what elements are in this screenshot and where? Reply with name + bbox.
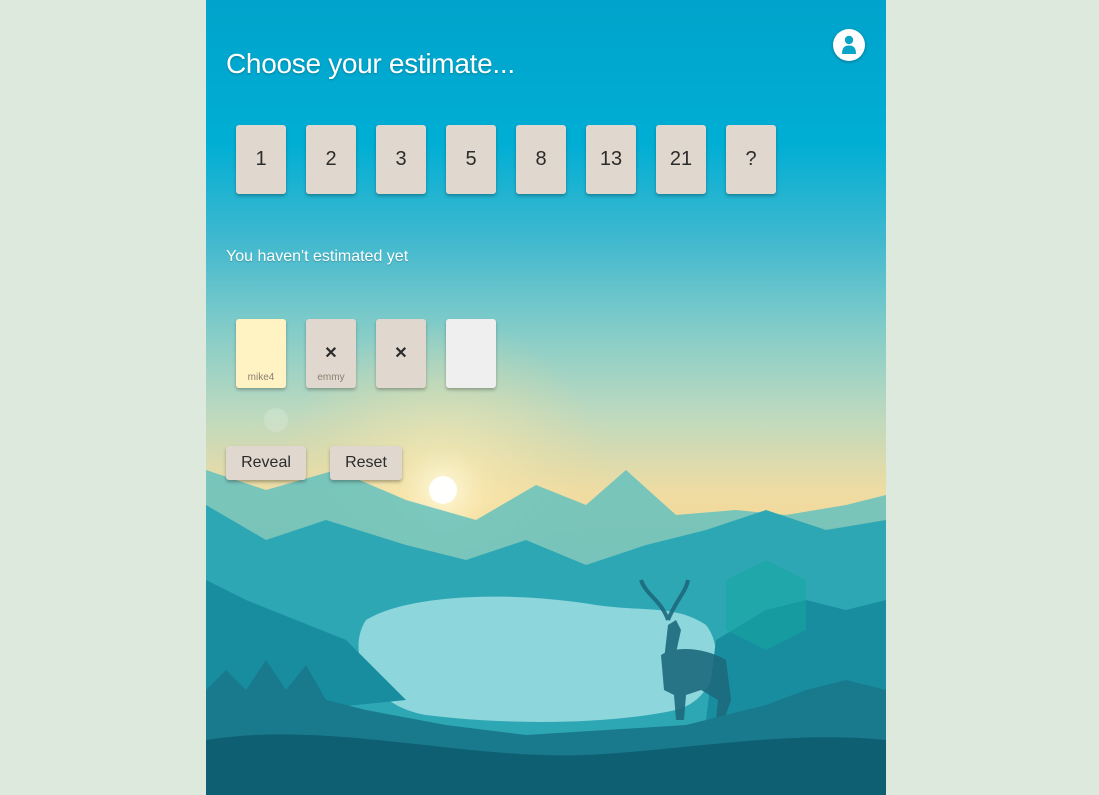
user-icon (842, 35, 856, 54)
estimate-card-8[interactable]: 8 (516, 125, 566, 194)
estimate-card-unknown[interactable]: ? (726, 125, 776, 194)
estimate-card-21[interactable]: 21 (656, 125, 706, 194)
player-card-list: mike4 ✕ emmy ✕ (236, 319, 496, 388)
estimate-status-text: You haven't estimated yet (226, 248, 409, 265)
player-card: mike4 (236, 319, 286, 388)
voted-x-icon: ✕ (324, 345, 338, 362)
player-card: ✕ emmy (306, 319, 356, 388)
user-profile-button[interactable] (833, 29, 865, 61)
estimate-card-3[interactable]: 3 (376, 125, 426, 194)
voted-x-icon: ✕ (394, 345, 408, 362)
reveal-button[interactable]: Reveal (226, 446, 306, 480)
player-card (446, 319, 496, 388)
estimate-card-list: 1 2 3 5 8 13 21 ? (236, 125, 776, 194)
estimate-card-2[interactable]: 2 (306, 125, 356, 194)
estimate-card-13[interactable]: 13 (586, 125, 636, 194)
player-name: mike4 (247, 372, 275, 383)
estimate-card-1[interactable]: 1 (236, 125, 286, 194)
estimation-panel: Choose your estimate... 1 2 3 5 8 13 21 … (206, 0, 886, 795)
reset-button[interactable]: Reset (330, 446, 402, 480)
page-title: Choose your estimate... (226, 48, 515, 79)
estimate-card-5[interactable]: 5 (446, 125, 496, 194)
player-name: emmy (317, 372, 345, 383)
player-card: ✕ (376, 319, 426, 388)
landscape-background (206, 320, 886, 795)
